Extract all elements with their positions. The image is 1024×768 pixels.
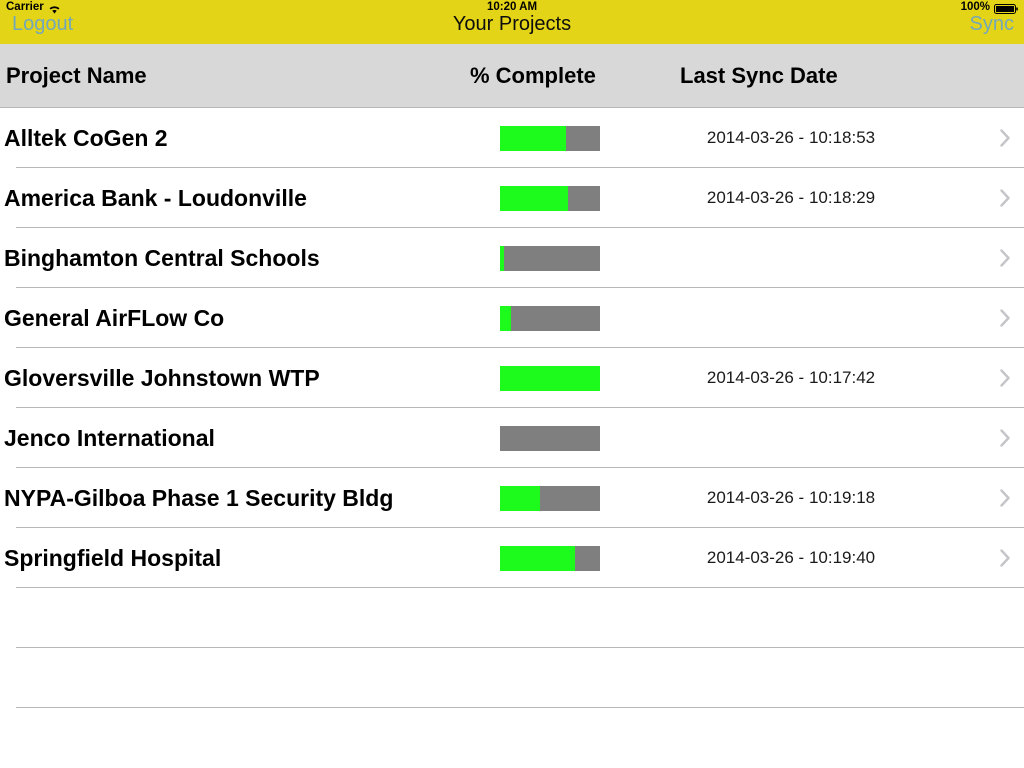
chevron-right-icon[interactable] xyxy=(998,288,1012,348)
table-row[interactable]: Springfield Hospital 2014-03-26 - 10:19:4… xyxy=(0,528,1024,588)
top-bar: Carrier 10:20 AM 100% Logout Your Projec… xyxy=(0,0,1024,44)
last-sync-date-label: 2014-03-26 - 10:19:40 xyxy=(706,548,876,567)
last-sync-date-label: 2014-03-26 - 10:17:42 xyxy=(706,368,876,387)
project-name-label: Jenco International xyxy=(4,425,215,451)
last-sync-date-label xyxy=(680,408,902,468)
table-row[interactable]: NYPA-Gilboa Phase 1 Security Bldg 2014-03… xyxy=(0,468,1024,528)
table-row[interactable]: Alltek CoGen 2 2014-03-26 - 10:18:53 xyxy=(0,108,1024,168)
project-name-label: NYPA-Gilboa Phase 1 Security Bldg xyxy=(4,485,394,511)
progress-bar-fill xyxy=(500,246,504,271)
column-header-project-name: Project Name xyxy=(6,63,147,88)
project-name-label: America Bank - Loudonville xyxy=(4,185,307,211)
table-row[interactable]: Binghamton Central Schools xyxy=(0,228,1024,288)
sync-button[interactable]: Sync xyxy=(970,12,1014,36)
progress-bar xyxy=(500,126,600,151)
progress-bar-fill xyxy=(500,186,568,211)
progress-bar xyxy=(500,306,600,331)
progress-bar xyxy=(500,186,600,211)
project-name-label: General AirFLow Co xyxy=(4,305,225,331)
table-row[interactable]: General AirFLow Co xyxy=(0,288,1024,348)
chevron-right-icon[interactable] xyxy=(998,228,1012,288)
last-sync-date-label xyxy=(680,228,902,288)
column-header-last-sync-date: Last Sync Date xyxy=(680,63,838,88)
table-row[interactable]: Gloversville Johnstown WTP 2014-03-26 - 1… xyxy=(0,348,1024,408)
last-sync-date-label: 2014-03-26 - 10:19:18 xyxy=(706,488,876,507)
page-title: Your Projects xyxy=(452,13,572,35)
chevron-right-icon[interactable] xyxy=(998,168,1012,228)
table-header: Project Name % Complete Last Sync Date xyxy=(0,44,1024,108)
chevron-right-icon[interactable] xyxy=(998,408,1012,468)
last-sync-date-label xyxy=(680,288,902,348)
row-separator xyxy=(16,707,1024,708)
empty-table-row xyxy=(0,648,1024,708)
column-header-percent-complete: % Complete xyxy=(470,63,596,88)
table-row[interactable]: America Bank - Loudonville 2014-03-26 - 1… xyxy=(0,168,1024,228)
project-name-label: Binghamton Central Schools xyxy=(4,245,320,271)
progress-bar-fill xyxy=(500,486,540,511)
chevron-right-icon[interactable] xyxy=(998,348,1012,408)
empty-table-row xyxy=(0,588,1024,648)
project-name-label: Gloversville Johnstown WTP xyxy=(4,365,320,391)
last-sync-date-label: 2014-03-26 - 10:18:53 xyxy=(706,128,876,147)
progress-bar-fill xyxy=(500,306,511,331)
progress-bar xyxy=(500,426,600,451)
project-list[interactable]: Alltek CoGen 2 2014-03-26 - 10:18:53 Ameri… xyxy=(0,108,1024,768)
progress-bar-fill xyxy=(500,546,575,571)
last-sync-date-label: 2014-03-26 - 10:18:29 xyxy=(706,188,876,207)
chevron-right-icon[interactable] xyxy=(998,528,1012,588)
chevron-right-icon[interactable] xyxy=(998,108,1012,168)
progress-bar xyxy=(500,546,600,571)
table-row[interactable]: Jenco International xyxy=(0,408,1024,468)
progress-bar xyxy=(500,366,600,391)
progress-bar xyxy=(500,246,600,271)
project-name-label: Alltek CoGen 2 xyxy=(4,125,168,151)
progress-bar-fill xyxy=(500,126,566,151)
progress-bar xyxy=(500,486,600,511)
chevron-right-icon[interactable] xyxy=(998,468,1012,528)
progress-bar-fill xyxy=(500,366,600,391)
project-name-label: Springfield Hospital xyxy=(4,545,222,571)
